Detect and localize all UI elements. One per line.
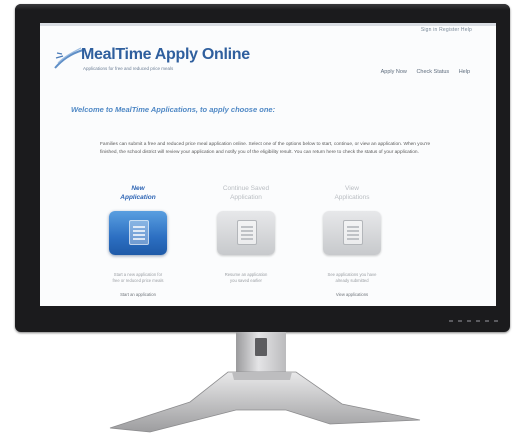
monitor-buttons[interactable] [444, 309, 498, 327]
option-description: Resume an application you saved earlier [224, 272, 268, 283]
monitor-stand-neck [236, 332, 286, 376]
site-logo[interactable]: MealTime Apply Online Applications for f… [54, 44, 254, 82]
document-icon [237, 220, 257, 245]
main-nav: Apply Now Check Status Help [373, 69, 470, 75]
nav-help[interactable]: Help [459, 69, 470, 75]
top-links[interactable]: Sign in Register Help [421, 27, 472, 33]
monitor-frame: Sign in Register Help MealTime Apply Onl… [15, 4, 510, 332]
logo-subtitle: Applications for free and reduced price … [83, 66, 174, 71]
option-link[interactable]: Start an application [88, 292, 188, 297]
continue-application-button[interactable] [217, 211, 275, 255]
document-icon [343, 220, 363, 245]
option-description: See applications you have already submit… [327, 272, 377, 283]
option-description: Start a new application for free or redu… [112, 272, 164, 283]
new-application-button[interactable] [109, 211, 167, 255]
option-title[interactable]: View Applications [302, 185, 402, 207]
bezel-highlight [15, 4, 510, 10]
option-title[interactable]: New Application [88, 185, 188, 207]
option-continue-application[interactable]: Continue Saved Application Resume an app… [196, 185, 296, 292]
browser-top-bar [40, 23, 496, 26]
nav-apply-now[interactable]: Apply Now [381, 69, 407, 75]
document-icon [129, 220, 149, 245]
option-view-applications[interactable]: View Applications See applications you h… [302, 185, 402, 297]
nav-check-status[interactable]: Check Status [416, 69, 449, 75]
option-new-application[interactable]: New Application Start a new application … [88, 185, 188, 297]
view-applications-button[interactable] [323, 211, 381, 255]
logo-title: MealTime Apply Online [81, 46, 250, 63]
intro-text: Families can submit a free and reduced p… [100, 142, 431, 155]
option-title[interactable]: Continue Saved Application [196, 185, 296, 207]
swoosh-logo-icon [54, 47, 84, 69]
screen: Sign in Register Help MealTime Apply Onl… [40, 23, 496, 306]
welcome-heading: Welcome to MealTime Applications, to app… [71, 105, 276, 114]
cable-slot [255, 338, 267, 356]
option-link[interactable]: View applications [302, 292, 402, 297]
